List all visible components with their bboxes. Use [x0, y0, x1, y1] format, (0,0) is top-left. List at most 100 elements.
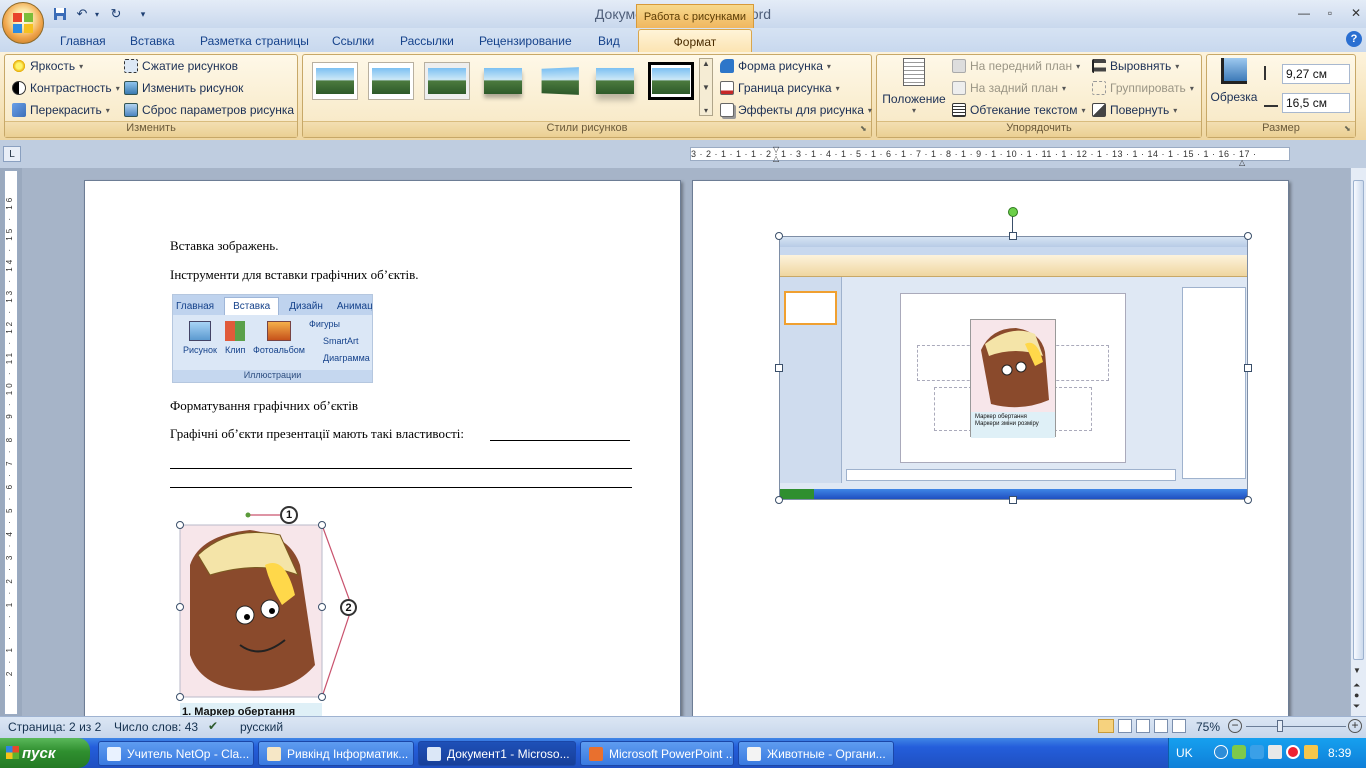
tray-volume-icon[interactable]	[1268, 745, 1282, 759]
picture-shape-button[interactable]: Форма рисунка ▾	[720, 57, 831, 75]
brightness-button[interactable]: Яркость ▾	[12, 57, 83, 75]
zoom-slider-thumb[interactable]	[1277, 720, 1283, 732]
taskbar-item-netop[interactable]: Учитель NetOp - Cla...	[98, 741, 254, 766]
tab-home[interactable]: Главная	[60, 31, 106, 51]
tab-insert[interactable]: Вставка	[130, 31, 175, 51]
resize-handle[interactable]	[318, 693, 326, 701]
tab-page-layout[interactable]: Разметка страницы	[200, 31, 309, 51]
close-icon[interactable]: ✕	[1344, 4, 1366, 22]
minimize-icon[interactable]: —	[1292, 4, 1316, 22]
vertical-ruler[interactable]: · 2 · 1 · · · 1 · 2 · 3 · 4 · 5 · 6 · 7 …	[4, 170, 18, 715]
next-page-icon[interactable]: ⏷	[1353, 701, 1360, 712]
office-button[interactable]	[2, 2, 44, 44]
tray-app-icon[interactable]	[1232, 745, 1246, 759]
taskbar-item-animals[interactable]: Животные - Органи...	[738, 741, 894, 766]
picture-style-6[interactable]	[592, 62, 638, 100]
scrollbar-thumb[interactable]	[1353, 180, 1364, 660]
resize-handle[interactable]	[775, 496, 783, 504]
styles-gallery-scroll[interactable]: ▲ ▼ ▾	[699, 58, 713, 116]
compress-pictures-button[interactable]: Сжатие рисунков	[124, 57, 238, 75]
picture-style-2[interactable]	[368, 62, 414, 100]
recolor-button[interactable]: Перекрасить ▾	[12, 101, 110, 119]
resize-handle[interactable]	[318, 603, 326, 611]
resize-handle[interactable]	[1009, 496, 1017, 504]
customize-qat-icon[interactable]: ▾	[136, 4, 150, 24]
picture-style-7[interactable]	[648, 62, 694, 100]
zoom-out-icon[interactable]: −	[1228, 719, 1242, 733]
text-wrap-button[interactable]: Обтекание текстом ▾	[952, 101, 1086, 119]
tray-opera-icon[interactable]	[1286, 745, 1300, 759]
tab-format[interactable]: Формат	[638, 29, 752, 53]
tray-safety-icon[interactable]	[1250, 745, 1264, 759]
picture-effects-button[interactable]: Эффекты для рисунка ▾	[720, 101, 872, 119]
send-back-button[interactable]: На задний план ▾	[952, 79, 1066, 97]
page-count[interactable]: Страница: 2 из 2	[8, 720, 101, 734]
taskbar-item-rivkind[interactable]: Ривкінд Інформатик...	[258, 741, 414, 766]
tray-network-icon[interactable]	[1214, 745, 1228, 759]
resize-handle[interactable]	[1244, 364, 1252, 372]
zoom-in-icon[interactable]: +	[1348, 719, 1362, 733]
save-icon[interactable]	[52, 4, 68, 24]
zoom-slider[interactable]	[1246, 726, 1346, 727]
restore-icon[interactable]: ▫	[1318, 4, 1342, 22]
redo-icon[interactable]: ↻	[106, 4, 126, 24]
change-picture-button[interactable]: Изменить рисунок	[124, 79, 243, 97]
help-icon[interactable]: ?	[1346, 31, 1362, 47]
bring-front-button[interactable]: На передний план ▾	[952, 57, 1080, 75]
language-indicator[interactable]: русский	[240, 720, 283, 734]
resize-handle[interactable]	[176, 693, 184, 701]
position-button[interactable]: Положение ▾	[882, 56, 946, 120]
undo-icon[interactable]: ↶	[72, 4, 92, 24]
tab-selector-icon[interactable]: L	[3, 146, 21, 162]
taskbar-item-powerpoint[interactable]: Microsoft PowerPoint ...	[580, 741, 734, 766]
reset-picture-button[interactable]: Сброс параметров рисунка	[124, 101, 294, 119]
picture-border-button[interactable]: Граница рисунка ▾	[720, 79, 840, 97]
undo-dropdown-icon[interactable]: ▾	[92, 4, 102, 24]
print-layout-icon[interactable]	[1098, 719, 1114, 733]
size-dialog-launcher-icon[interactable]: ⬊	[1344, 124, 1351, 133]
full-screen-reading-icon[interactable]	[1118, 719, 1132, 733]
width-field[interactable]: 16,5 см	[1282, 93, 1350, 113]
outline-icon[interactable]	[1154, 719, 1168, 733]
ribbon-snippet-image[interactable]: Главная Вставка Дизайн Анимаци Рисунок К…	[172, 294, 373, 383]
resize-handle[interactable]	[176, 521, 184, 529]
picture-style-3[interactable]	[424, 62, 470, 100]
start-button[interactable]: пуск	[0, 738, 90, 768]
height-field[interactable]: 9,27 см	[1282, 64, 1350, 84]
resize-handle[interactable]	[1244, 496, 1252, 504]
tray-misc-icon[interactable]	[1304, 745, 1318, 759]
align-button[interactable]: Выровнять ▾	[1092, 57, 1179, 75]
word-count[interactable]: Число слов: 43	[114, 720, 198, 734]
picture-style-5[interactable]	[536, 62, 582, 100]
powerpoint-screenshot-image[interactable]: Маркер обертання Маркери зміни розміру	[779, 236, 1248, 500]
zoom-level[interactable]: 75%	[1196, 720, 1220, 734]
rotate-button[interactable]: Повернуть ▾	[1092, 101, 1177, 119]
tab-view[interactable]: Вид	[598, 31, 620, 51]
contrast-button[interactable]: Контрастность ▾	[12, 79, 120, 97]
right-indent-icon[interactable]: △	[1239, 158, 1245, 167]
taskbar-item-word[interactable]: Документ1 - Microso...	[418, 741, 576, 766]
browse-object-icon[interactable]: ●	[1354, 690, 1359, 700]
group-objects-button[interactable]: Группировать ▾	[1092, 79, 1194, 97]
resize-handle[interactable]	[775, 364, 783, 372]
tab-references[interactable]: Ссылки	[332, 31, 374, 51]
resize-handle[interactable]	[176, 603, 184, 611]
book-figure-image[interactable]: 1 2 1. Маркер обертання	[170, 505, 360, 717]
resize-handle[interactable]	[318, 521, 326, 529]
resize-handle[interactable]	[1009, 232, 1017, 240]
clock[interactable]: 8:39	[1328, 746, 1351, 760]
draft-icon[interactable]	[1172, 719, 1186, 733]
styles-dialog-launcher-icon[interactable]: ⬊	[860, 124, 867, 133]
resize-handle[interactable]	[775, 232, 783, 240]
picture-style-4[interactable]	[480, 62, 526, 100]
keyboard-language[interactable]: UK	[1176, 746, 1193, 760]
tab-review[interactable]: Рецензирование	[479, 31, 572, 51]
vertical-scrollbar[interactable]: ▼ ⏶ ● ⏷	[1350, 168, 1366, 716]
scroll-down-icon[interactable]: ▼	[1353, 666, 1361, 675]
rotation-handle[interactable]	[1008, 207, 1018, 217]
picture-style-1[interactable]	[312, 62, 358, 100]
proofing-icon[interactable]: ✔	[208, 719, 224, 733]
web-layout-icon[interactable]	[1136, 719, 1150, 733]
resize-handle[interactable]	[1244, 232, 1252, 240]
tab-mailings[interactable]: Рассылки	[400, 31, 454, 51]
